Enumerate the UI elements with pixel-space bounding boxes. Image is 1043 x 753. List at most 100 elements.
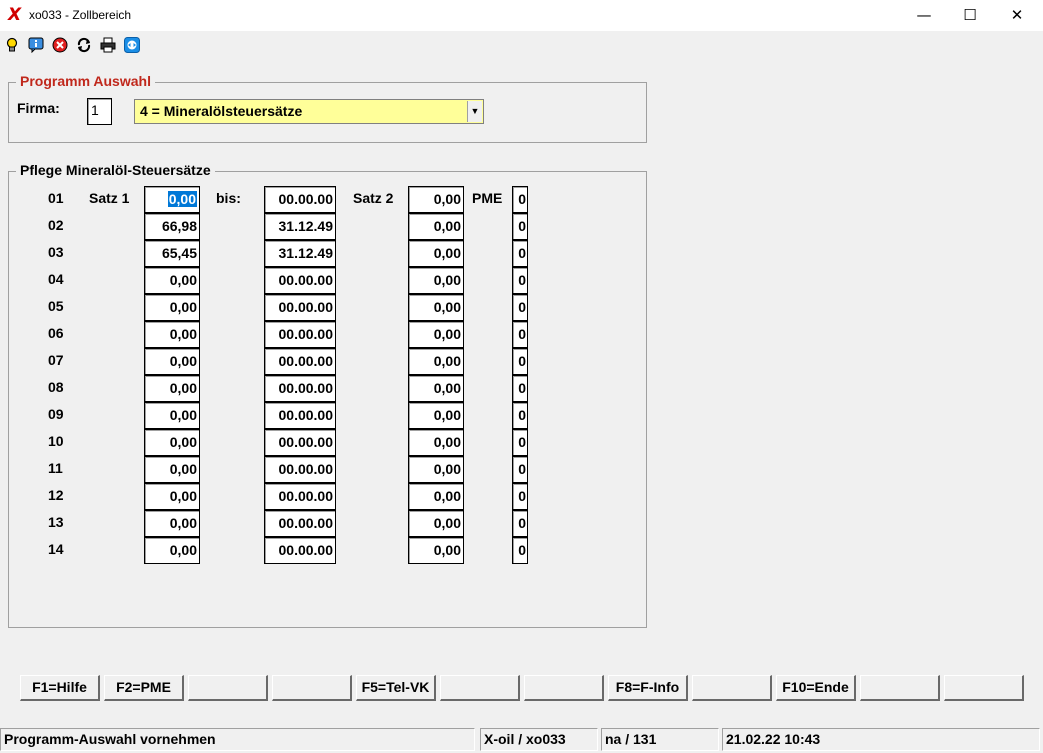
satz2-input[interactable]: 0,00 [408,510,464,537]
status-message: Programm-Auswahl vornehmen [0,728,475,751]
fkey-empty-button[interactable] [524,675,604,701]
fkey-f8-button[interactable]: F8=F-Info [608,675,688,701]
fkey-f1-button[interactable]: F1=Hilfe [20,675,100,701]
program-select[interactable]: 4 = Mineralölsteuersätze ▼ [134,99,484,124]
bis-date-input[interactable]: 00.00.00 [264,429,336,456]
program-select-value: 4 = Mineralölsteuersätze [140,103,303,119]
satz1-input[interactable]: 0,00 [144,402,200,429]
info-icon[interactable] [28,37,44,53]
satz2-input[interactable]: 0,00 [408,537,464,564]
satz1-input[interactable]: 0,00 [144,375,200,402]
satz1-input[interactable]: 0,00 [144,267,200,294]
bis-date-input[interactable]: 31.12.49 [264,240,336,267]
pme-input[interactable]: 0 [512,321,528,348]
satz2-input[interactable]: 0,00 [408,483,464,510]
satz1-input[interactable]: 0,00 [144,321,200,348]
bis-date-input[interactable]: 00.00.00 [264,294,336,321]
satz1-input[interactable]: 0,00 [144,186,200,213]
satz2-label: Satz 2 [353,190,394,206]
satz1-input[interactable]: 0,00 [144,348,200,375]
bis-date-input[interactable]: 00.00.00 [264,267,336,294]
bis-date-input[interactable]: 00.00.00 [264,186,336,213]
satz2-input[interactable]: 0,00 [408,267,464,294]
row-number: 14 [48,541,64,557]
satz2-input[interactable]: 0,00 [408,348,464,375]
fkey-empty-button[interactable] [272,675,352,701]
pme-input[interactable]: 0 [512,267,528,294]
satz2-input[interactable]: 0,00 [408,321,464,348]
pme-input[interactable]: 0 [512,240,528,267]
pme-input[interactable]: 0 [512,483,528,510]
satz1-label: Satz 1 [89,190,130,206]
title-bar: X xo033 - Zollbereich — ☐ ✕ [0,0,1043,31]
lightbulb-icon[interactable] [4,37,20,53]
satz2-input[interactable]: 0,00 [408,375,464,402]
pme-input[interactable]: 0 [512,429,528,456]
bis-date-input[interactable]: 00.00.00 [264,537,336,564]
close-button[interactable]: ✕ [994,0,1040,31]
satz1-input[interactable]: 0,00 [144,294,200,321]
pme-input[interactable]: 0 [512,375,528,402]
satz1-input[interactable]: 0,00 [144,510,200,537]
row-number: 12 [48,487,64,503]
minimize-button[interactable]: — [901,0,947,31]
row-number: 06 [48,325,64,341]
fkey-f5-button[interactable]: F5=Tel-VK [356,675,436,701]
app-logo-icon: X [8,5,22,25]
maximize-button[interactable]: ☐ [947,0,993,31]
status-user: na / 131 [601,728,719,751]
satz2-input[interactable]: 0,00 [408,429,464,456]
pme-input[interactable]: 0 [512,510,528,537]
bis-date-input[interactable]: 00.00.00 [264,402,336,429]
bis-date-input[interactable]: 31.12.49 [264,213,336,240]
fkey-empty-button[interactable] [440,675,520,701]
bis-date-input[interactable]: 00.00.00 [264,321,336,348]
satz2-input[interactable]: 0,00 [408,213,464,240]
firma-label: Firma: [17,100,60,116]
satz1-input[interactable]: 66,98 [144,213,200,240]
row-number: 01 [48,190,64,206]
bis-date-input[interactable]: 00.00.00 [264,456,336,483]
row-number: 13 [48,514,64,530]
bis-date-input[interactable]: 00.00.00 [264,348,336,375]
satz2-input[interactable]: 0,00 [408,240,464,267]
print-icon[interactable] [100,37,116,53]
fkey-f10-button[interactable]: F10=Ende [776,675,856,701]
satz1-selected-text: 0,00 [167,191,197,207]
satz2-input[interactable]: 0,00 [408,402,464,429]
firma-input[interactable]: 1 [87,98,112,125]
pme-input[interactable]: 0 [512,402,528,429]
fkey-empty-button[interactable] [944,675,1024,701]
teamviewer-icon[interactable] [124,37,140,53]
window-title: xo033 - Zollbereich [29,8,132,22]
pme-input[interactable]: 0 [512,213,528,240]
bis-label: bis: [216,190,241,206]
rates-legend: Pflege Mineralöl-Steuersätze [16,162,215,178]
satz2-input[interactable]: 0,00 [408,456,464,483]
fkey-f2-button[interactable]: F2=PME [104,675,184,701]
bis-date-input[interactable]: 00.00.00 [264,483,336,510]
satz1-input[interactable]: 0,00 [144,483,200,510]
satz2-input[interactable]: 0,00 [408,186,464,213]
fkey-empty-button[interactable] [860,675,940,701]
pme-input[interactable]: 0 [512,456,528,483]
row-number: 11 [48,460,63,476]
bis-date-input[interactable]: 00.00.00 [264,375,336,402]
pme-input[interactable]: 0 [512,348,528,375]
pme-input[interactable]: 0 [512,537,528,564]
refresh-icon[interactable] [76,37,92,53]
toolbar [0,32,1043,60]
pme-input[interactable]: 0 [512,186,528,213]
satz1-input[interactable]: 0,00 [144,537,200,564]
chevron-down-icon[interactable]: ▼ [467,101,482,122]
cancel-icon[interactable] [52,37,68,53]
satz1-input[interactable]: 65,45 [144,240,200,267]
pme-input[interactable]: 0 [512,294,528,321]
fkey-empty-button[interactable] [692,675,772,701]
row-number: 09 [48,406,64,422]
satz1-input[interactable]: 0,00 [144,429,200,456]
satz2-input[interactable]: 0,00 [408,294,464,321]
fkey-empty-button[interactable] [188,675,268,701]
satz1-input[interactable]: 0,00 [144,456,200,483]
bis-date-input[interactable]: 00.00.00 [264,510,336,537]
